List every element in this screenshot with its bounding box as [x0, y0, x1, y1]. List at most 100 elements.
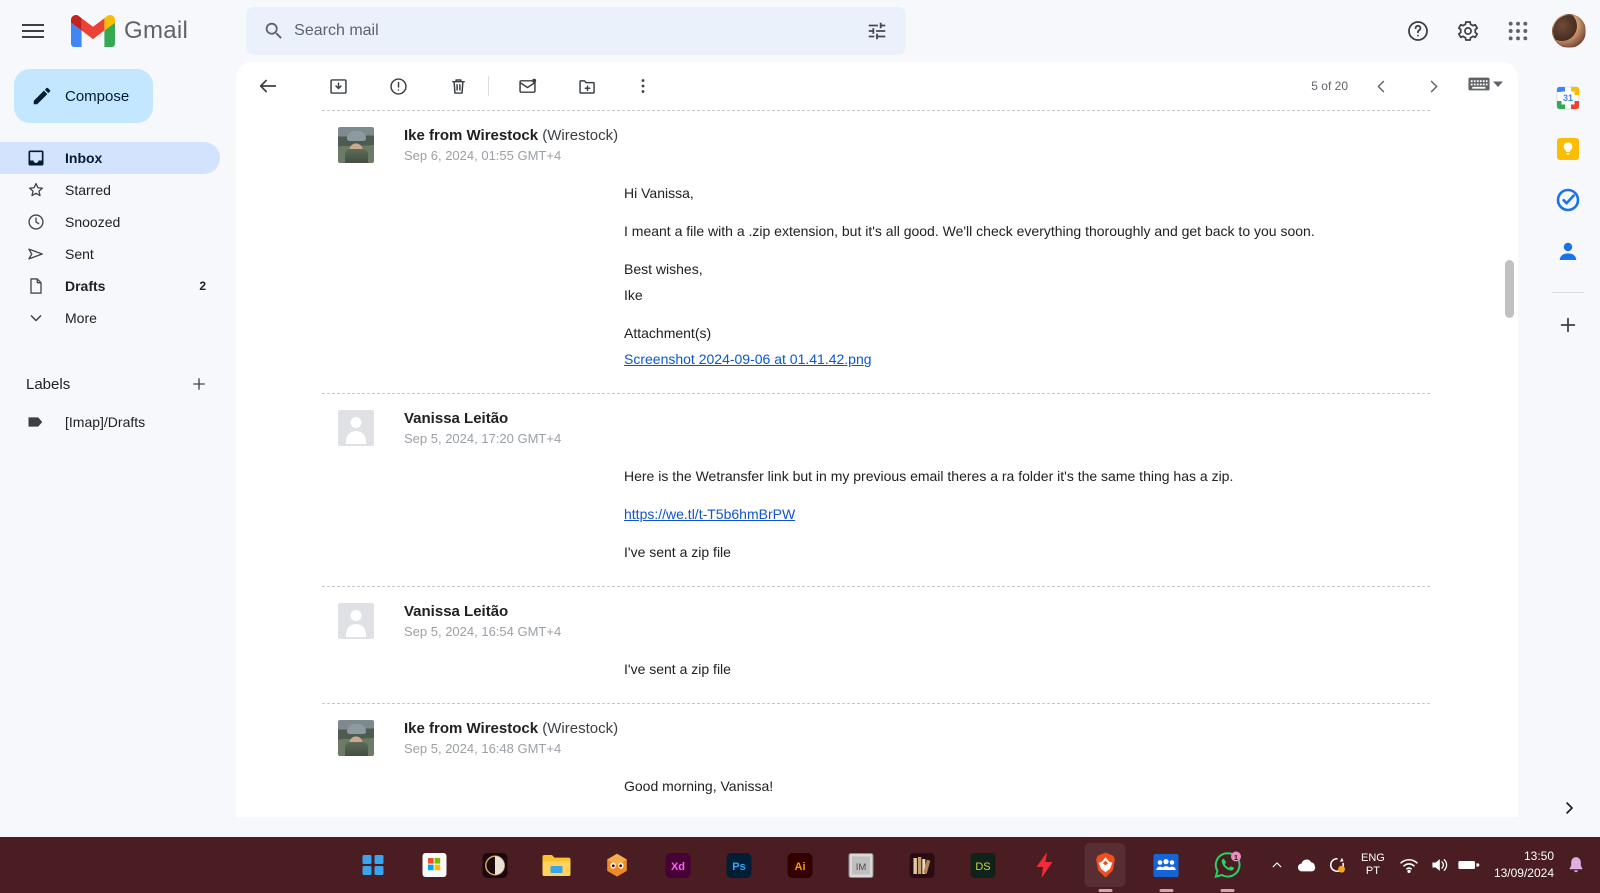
body-paragraph: I meant a file with a .zip extension, bu… — [624, 223, 1315, 239]
header-actions — [1396, 9, 1600, 53]
sidebar-item-sent[interactable]: Sent — [0, 238, 220, 270]
next-page-icon[interactable] — [1416, 69, 1450, 103]
message-body: Good morning, Vanissa! — [236, 756, 1518, 796]
side-panel: 31 — [1536, 62, 1600, 893]
expand-side-panel-icon[interactable] — [1552, 791, 1586, 825]
google-tasks-icon[interactable] — [1548, 180, 1588, 220]
compose-button[interactable]: Compose — [14, 69, 153, 123]
body-paragraph: I've sent a zip file — [624, 544, 731, 560]
battery-icon[interactable] — [1454, 848, 1484, 882]
clock-time: 13:50 — [1523, 849, 1554, 863]
indesign-icon[interactable]: IM — [841, 843, 882, 887]
sidebar-item-starred[interactable]: Starred — [0, 174, 220, 206]
onedrive-cloud-icon[interactable] — [1292, 848, 1322, 882]
body-paragraph: Good morning, Vanissa! — [624, 778, 774, 794]
move-to-folder-icon[interactable] — [567, 66, 607, 106]
message-item[interactable]: Ike from Wirestock (Wirestock) Sep 5, 20… — [236, 704, 1518, 796]
sidebar-label-imap-drafts[interactable]: [Imap]/Drafts — [0, 406, 220, 438]
prev-page-icon[interactable] — [1364, 69, 1398, 103]
labels-list: [Imap]/Drafts — [0, 406, 236, 438]
help-icon[interactable] — [1396, 9, 1440, 53]
sidebar-item-drafts[interactable]: Drafts 2 — [0, 270, 220, 302]
panel-scrollbar[interactable] — [1505, 110, 1514, 817]
body-paragraph: Hi Vanissa, — [624, 185, 694, 201]
search-input[interactable] — [294, 22, 861, 40]
sidebar-item-more[interactable]: More — [0, 302, 220, 334]
wetransfer-link[interactable]: https://we.tl/t-T5b6hmBrPW — [624, 506, 795, 522]
message-item[interactable]: Vanissa Leitão Sep 5, 2024, 17:20 GMT+4 … — [236, 394, 1518, 586]
gmail-brand-text: Gmail — [124, 17, 189, 44]
compose-label: Compose — [65, 87, 130, 105]
books-icon[interactable] — [902, 843, 943, 887]
gmail-logo-icon — [71, 14, 115, 48]
mark-unread-icon[interactable] — [507, 66, 547, 106]
message-sender: Vanissa Leitão — [404, 603, 561, 620]
label-tag-icon — [26, 412, 46, 432]
language-indicator[interactable]: ENG PT — [1352, 852, 1394, 878]
message-body: Hi Vanissa, I meant a file with a .zip e… — [236, 163, 1518, 369]
clock[interactable]: 13:50 13/09/2024 — [1494, 848, 1554, 882]
windows-start-icon[interactable] — [353, 843, 394, 887]
owl-app-icon[interactable] — [597, 843, 638, 887]
microsoft-store-icon[interactable] — [414, 843, 455, 887]
message-sender: Ike from Wirestock (Wirestock) — [404, 127, 618, 144]
adobe-xd-icon[interactable]: Xd — [658, 843, 699, 887]
avatar — [338, 603, 374, 639]
message-header: Vanissa Leitão Sep 5, 2024, 16:54 GMT+4 — [236, 587, 1518, 639]
gmail-brand[interactable]: Gmail — [71, 14, 189, 48]
back-arrow-icon[interactable] — [248, 66, 288, 106]
sidebar-item-inbox[interactable]: Inbox — [0, 142, 220, 174]
message-panel: 5 of 20 Ike from Wirestock (Wirestock) S… — [236, 62, 1518, 817]
brave-browser-icon[interactable] — [1084, 843, 1126, 887]
svg-text:1: 1 — [1233, 853, 1237, 862]
gear-icon[interactable] — [1446, 9, 1490, 53]
tune-filter-icon[interactable] — [860, 14, 894, 48]
message-item[interactable]: Vanissa Leitão Sep 5, 2024, 16:54 GMT+4 … — [236, 587, 1518, 703]
search-bar[interactable] — [246, 7, 907, 55]
flash-icon[interactable] — [1024, 843, 1065, 887]
notifications-bell-icon[interactable] — [1562, 848, 1590, 882]
google-contacts-icon[interactable] — [1548, 231, 1588, 271]
message-item[interactable]: Ike from Wirestock (Wirestock) Sep 6, 20… — [236, 111, 1518, 393]
more-options-icon[interactable] — [623, 66, 663, 106]
attachment-link[interactable]: Screenshot 2024-09-06 at 01.41.42.png — [624, 351, 872, 367]
top-header-bar: Gmail — [0, 0, 1600, 62]
message-meta: Vanissa Leitão Sep 5, 2024, 16:54 GMT+4 — [404, 603, 561, 639]
scrollbar-thumb[interactable] — [1505, 260, 1514, 318]
message-sender: Ike from Wirestock (Wirestock) — [404, 720, 618, 737]
sidebar-item-snoozed[interactable]: Snoozed — [0, 206, 220, 238]
delete-icon[interactable] — [438, 66, 478, 106]
archive-icon[interactable] — [318, 66, 358, 106]
labels-section-header: Labels — [0, 368, 236, 400]
tray-overflow-chevron-icon[interactable] — [1262, 848, 1292, 882]
apps-grid-icon[interactable] — [1496, 9, 1540, 53]
whatsapp-icon[interactable]: 1 — [1207, 843, 1248, 887]
input-tools-selector[interactable] — [1468, 76, 1504, 97]
contacts-app-icon[interactable] — [1146, 843, 1187, 887]
photoshop-icon[interactable]: Ps — [719, 843, 760, 887]
avatar[interactable] — [1552, 14, 1586, 48]
hamburger-menu-icon[interactable] — [9, 7, 57, 55]
illustrator-icon[interactable]: Ai — [780, 843, 821, 887]
keyboard-icon — [1468, 76, 1490, 97]
volume-icon[interactable] — [1424, 848, 1454, 882]
google-keep-icon[interactable] — [1548, 129, 1588, 169]
file-explorer-icon[interactable] — [536, 843, 577, 887]
add-addon-icon[interactable] — [1548, 305, 1588, 345]
report-spam-icon[interactable] — [378, 66, 418, 106]
gmail-desktop-window: Gmail Search mail Compose Inbox Starred … — [0, 0, 1600, 893]
message-body: I've sent a zip file — [236, 639, 1518, 679]
avatar — [338, 410, 374, 446]
add-label-button[interactable] — [188, 373, 210, 395]
wifi-icon[interactable] — [1394, 848, 1424, 882]
ds-app-icon[interactable]: DS — [963, 843, 1004, 887]
sync-pending-icon[interactable] — [1322, 848, 1352, 882]
lightroom-icon[interactable] — [475, 843, 516, 887]
sender-name: Vanissa Leitão — [404, 410, 509, 427]
windows-taskbar: Xd Ps Ai IM DS 1 ENG PT 13:50 13/09/2024 — [0, 837, 1600, 893]
clock-icon — [26, 212, 46, 232]
google-calendar-icon[interactable]: 31 — [1548, 78, 1588, 118]
message-date: Sep 5, 2024, 17:20 GMT+4 — [404, 431, 562, 446]
message-header: Ike from Wirestock (Wirestock) Sep 6, 20… — [236, 111, 1518, 163]
